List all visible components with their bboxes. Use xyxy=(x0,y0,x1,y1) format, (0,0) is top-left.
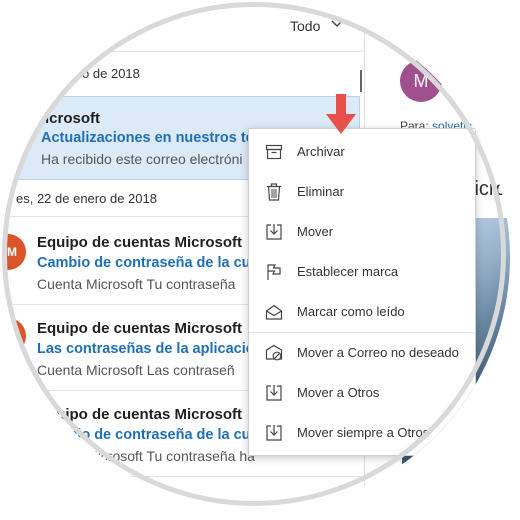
screenshot-stage: Todo arzo de 2018 icrosoft Actualizacion… xyxy=(0,0,520,520)
menu-item-label: Eliminar xyxy=(297,184,344,199)
open-envelope-icon xyxy=(265,303,283,321)
menu-item-label: Archivar xyxy=(297,144,345,159)
row-divider xyxy=(4,476,364,477)
message-sender: icrosoft xyxy=(45,110,101,127)
message-subject: Cambio de contraseña de la cu xyxy=(37,427,251,443)
message-sender: Equipo de cuentas Microsoft xyxy=(37,320,243,337)
date-group-header: arzo de 2018 xyxy=(64,66,140,81)
menu-item-marcar-como-leido[interactable]: Marcar como leído xyxy=(249,292,475,332)
scrollbar-thumb[interactable] xyxy=(360,70,362,92)
filter-dropdown-label[interactable]: Todo xyxy=(290,18,320,34)
archive-icon xyxy=(265,143,283,161)
menu-item-label: Mover a Correo no deseado xyxy=(297,345,459,360)
context-menu: Archivar Eliminar Mover Establecer marca xyxy=(248,128,476,456)
message-preview: Cuenta Microsoft Tu contraseña xyxy=(37,276,236,292)
menu-item-archivar[interactable]: Archivar xyxy=(249,132,475,172)
sender-avatar: M xyxy=(400,60,442,102)
message-sender: Equipo de cuentas Microsoft xyxy=(37,406,243,423)
sender-avatar xyxy=(4,318,26,354)
date-group-header: es, 22 de enero de 2018 xyxy=(16,191,157,206)
message-subject: Actualizaciones en nuestros té xyxy=(41,130,254,146)
message-preview: Ha recibido este correo electróni xyxy=(41,151,243,167)
menu-item-mover-a-correo-no-deseado[interactable]: Mover a Correo no deseado xyxy=(249,333,475,373)
flag-icon xyxy=(265,263,283,281)
message-preview: Cuenta Microsoft Tu contraseña ha xyxy=(37,448,255,464)
sender-avatar xyxy=(4,404,26,440)
menu-item-label: Marcar como leído xyxy=(297,304,405,319)
menu-item-mover[interactable]: Mover xyxy=(249,212,475,252)
red-pointer-arrow-icon xyxy=(326,94,356,141)
junk-icon xyxy=(265,344,283,362)
list-header-divider xyxy=(4,51,364,52)
magnifier-view: Todo arzo de 2018 icrosoft Actualizacion… xyxy=(4,4,510,510)
menu-item-label: Establecer marca xyxy=(297,264,399,279)
menu-item-label: Mover xyxy=(297,224,334,239)
menu-item-establecer-marca[interactable]: Establecer marca xyxy=(249,252,475,292)
trash-icon xyxy=(265,183,283,201)
menu-item-mover-a-otros[interactable]: Mover a Otros xyxy=(249,373,475,413)
sender-avatar: EM xyxy=(4,234,26,270)
message-subject: Las contraseñas de la aplicació xyxy=(37,341,255,357)
message-sender: Equipo de cuentas Microsoft xyxy=(37,234,243,251)
menu-item-eliminar[interactable]: Eliminar xyxy=(249,172,475,212)
message-subject: Cambio de contraseña de la cu xyxy=(37,255,251,271)
menu-item-label: Mover siempre a Otros xyxy=(297,425,430,440)
move-always-other-icon xyxy=(265,424,283,442)
move-icon xyxy=(265,223,283,241)
chevron-down-icon[interactable] xyxy=(330,17,344,36)
menu-item-label: Mover a Otros xyxy=(297,385,380,400)
message-preview: Cuenta Microsoft Las contraseñ xyxy=(37,362,235,378)
move-other-icon xyxy=(265,384,283,402)
menu-item-mover-siempre-a-otros[interactable]: Mover siempre a Otros xyxy=(249,413,475,453)
